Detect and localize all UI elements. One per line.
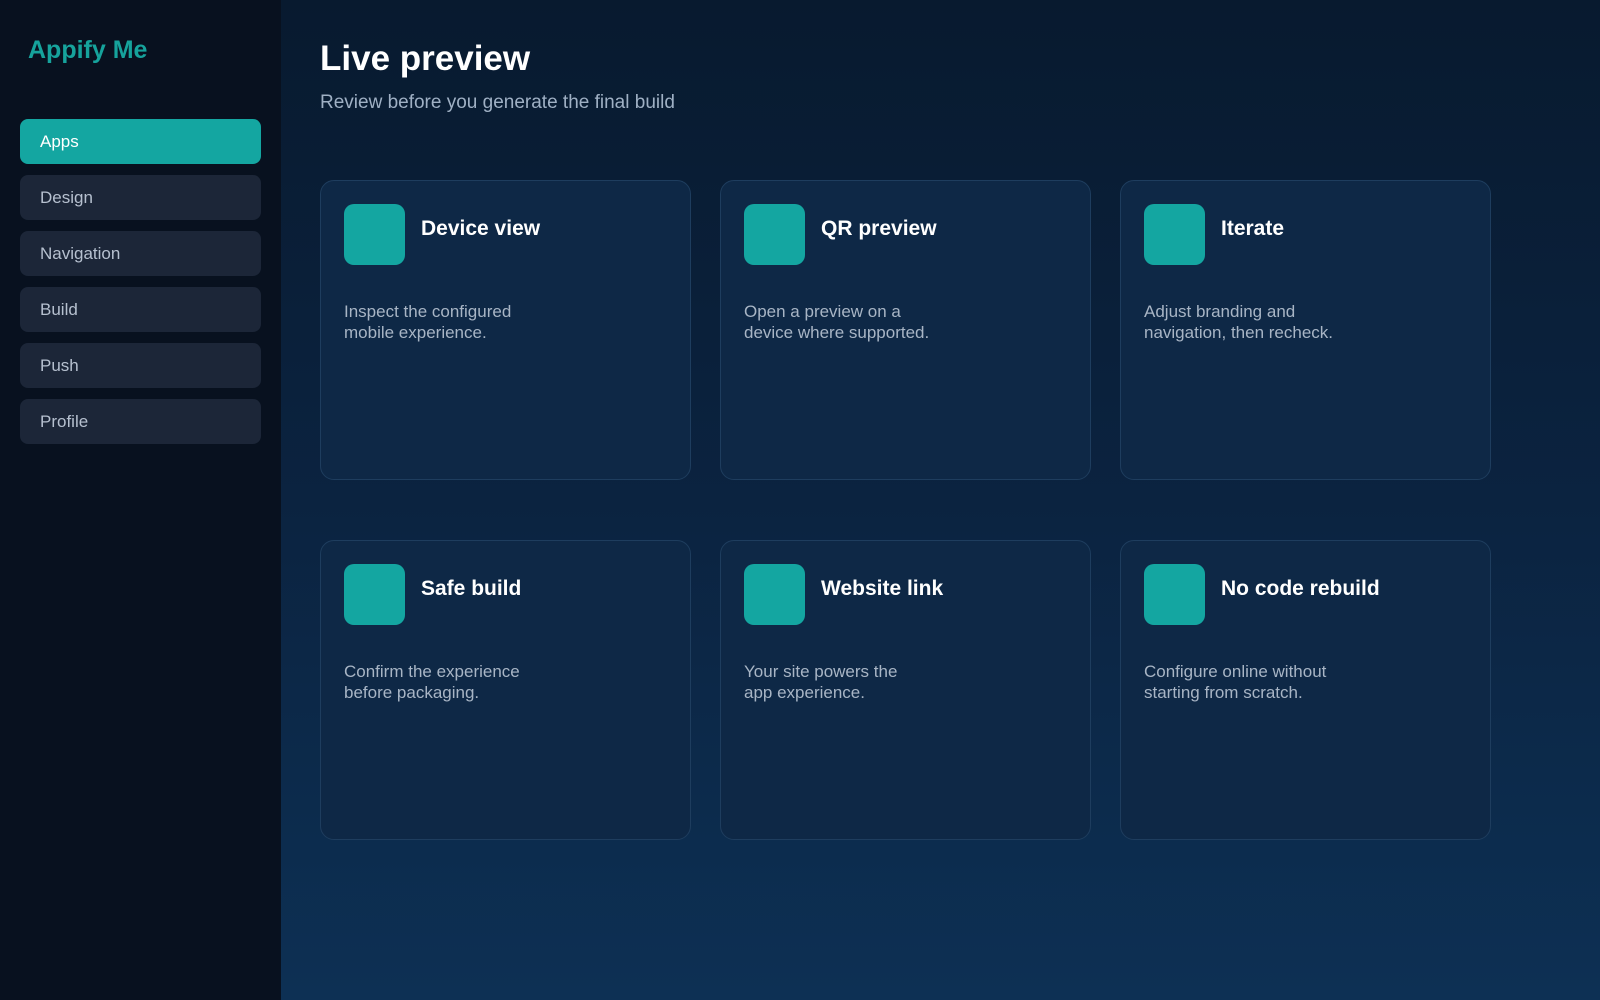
app-shell: Appify Me Apps Design Navigation Build P…	[0, 0, 1600, 1000]
sidebar-item-design[interactable]: Design	[20, 175, 261, 220]
no-code-rebuild-icon	[1144, 564, 1205, 625]
iterate-icon	[1144, 204, 1205, 265]
device-view-icon	[344, 204, 405, 265]
website-link-icon	[744, 564, 805, 625]
card-title: No code rebuild	[1221, 577, 1380, 600]
card-description: Adjust branding and navigation, then rech…	[1144, 302, 1334, 342]
page-title: Live preview	[320, 39, 531, 78]
card-description: Configure online without starting from sc…	[1144, 662, 1327, 702]
feature-card-grid: Device view Inspect the configured mobile…	[320, 180, 1491, 840]
card-title: Device view	[421, 217, 541, 240]
sidebar-item-build[interactable]: Build	[20, 287, 261, 332]
feature-card-device-view: Device view Inspect the configured mobile…	[320, 180, 691, 480]
sidebar-item-navigation[interactable]: Navigation	[20, 231, 261, 276]
feature-card-website-link: Website link Your site powers the app exp…	[720, 540, 1091, 840]
card-title: Website link	[821, 577, 944, 600]
feature-card-no-code-rebuild: No code rebuild Configure online without…	[1120, 540, 1491, 840]
card-title: Iterate	[1221, 217, 1285, 240]
card-description: Inspect the configured mobile experience.	[344, 302, 512, 342]
feature-card-qr-preview: QR preview Open a preview on a device whe…	[720, 180, 1091, 480]
sidebar: Appify Me Apps Design Navigation Build P…	[0, 0, 281, 1000]
card-description: Your site powers the app experience.	[744, 662, 898, 702]
qr-preview-icon	[744, 204, 805, 265]
sidebar-item-push[interactable]: Push	[20, 343, 261, 388]
card-title: Safe build	[421, 577, 522, 600]
brand-logo[interactable]: Appify Me	[20, 36, 261, 84]
sidebar-nav: Apps Design Navigation Build Push Profil…	[20, 119, 261, 444]
card-title: QR preview	[821, 217, 937, 240]
feature-card-iterate: Iterate Adjust branding and navigation, t…	[1120, 180, 1491, 480]
main-content: Live preview Review before you generate …	[281, 0, 1600, 1000]
card-description: Confirm the experience before packaging.	[344, 662, 520, 702]
sidebar-item-apps[interactable]: Apps	[20, 119, 261, 164]
page-subtitle: Review before you generate the final bui…	[320, 92, 675, 113]
card-description: Open a preview on a device where supporte…	[744, 302, 930, 342]
feature-card-safe-build: Safe build Confirm the experience before …	[320, 540, 691, 840]
sidebar-item-profile[interactable]: Profile	[20, 399, 261, 444]
safe-build-icon	[344, 564, 405, 625]
